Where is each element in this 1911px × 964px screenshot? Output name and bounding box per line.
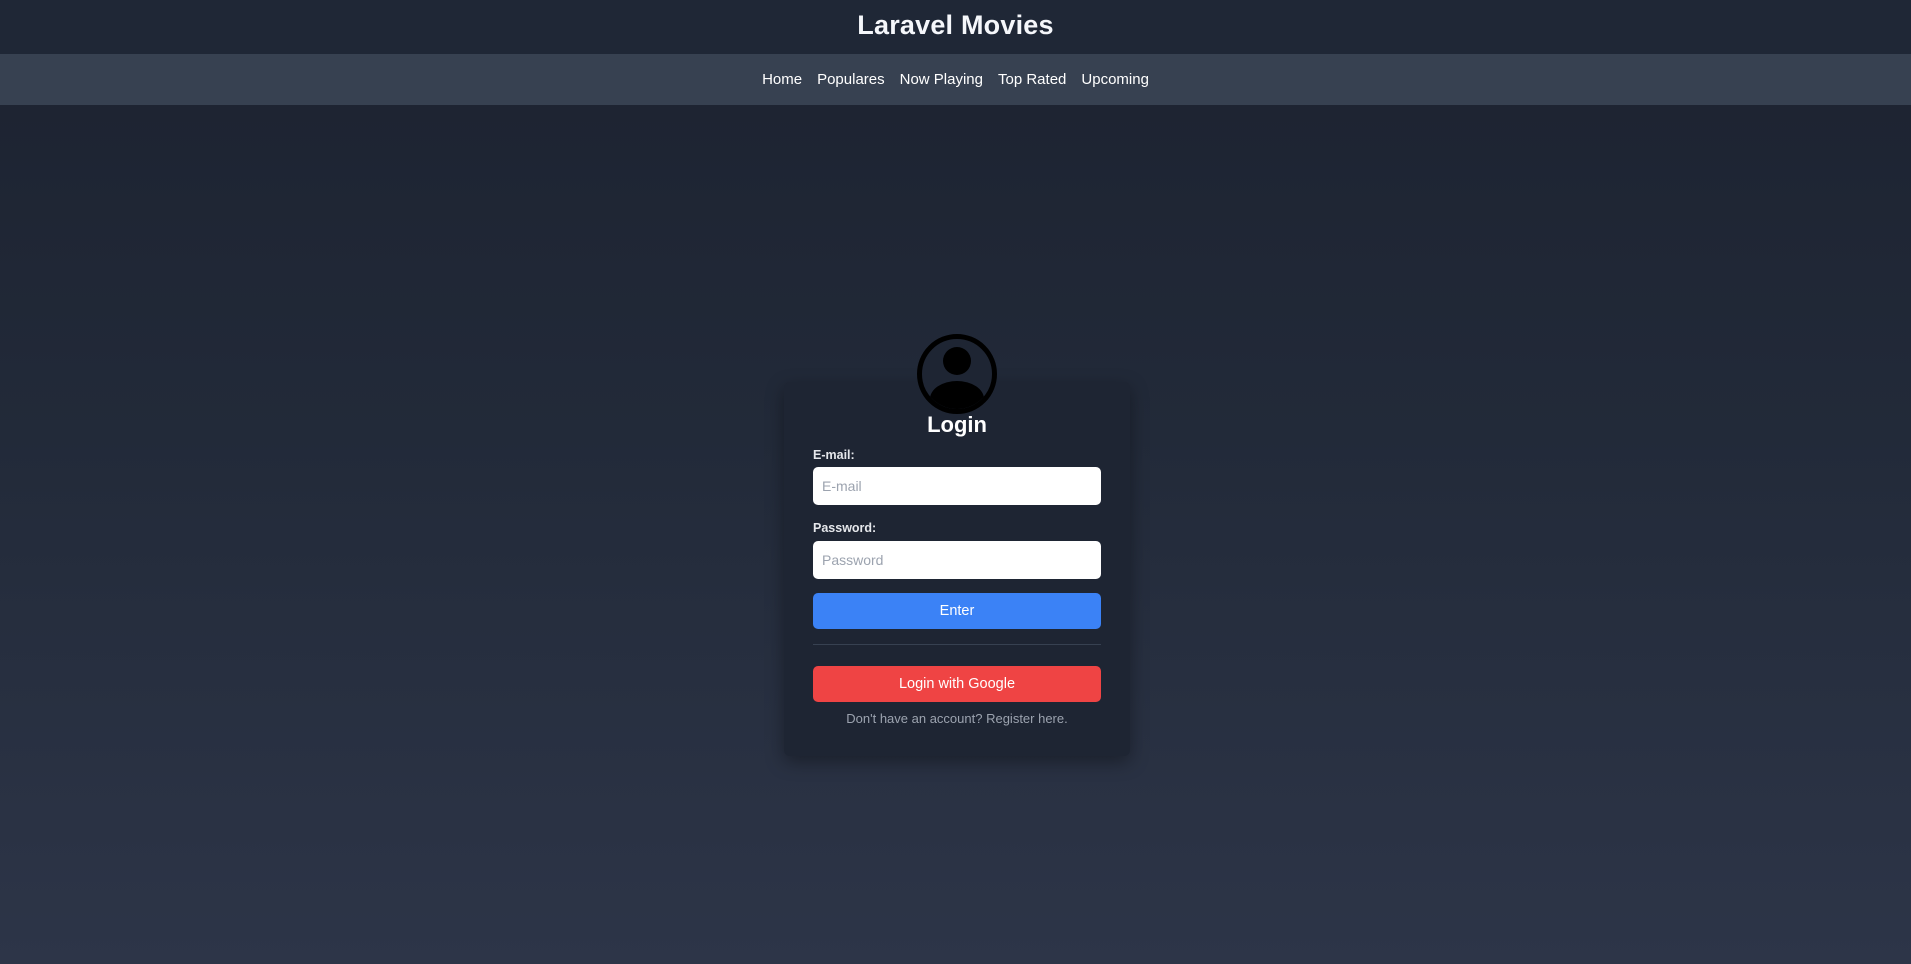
user-silhouette-icon bbox=[930, 347, 984, 409]
nav-upcoming-link[interactable]: Upcoming bbox=[1081, 71, 1149, 88]
email-label: E-mail: bbox=[813, 448, 855, 462]
register-prompt: Don't have an account? Register here. bbox=[784, 711, 1130, 726]
enter-button[interactable]: Enter bbox=[813, 593, 1101, 629]
login-with-google-button[interactable]: Login with Google bbox=[813, 666, 1101, 702]
register-prefix-text: Don't have an account? bbox=[846, 711, 987, 726]
nav-populares-link[interactable]: Populares bbox=[817, 71, 885, 88]
form-divider bbox=[813, 644, 1101, 645]
password-label: Password: bbox=[813, 521, 877, 535]
email-field[interactable] bbox=[813, 467, 1101, 505]
register-link[interactable]: Register here. bbox=[986, 711, 1068, 726]
nav-now-playing-link[interactable]: Now Playing bbox=[900, 71, 983, 88]
user-circle-icon bbox=[917, 334, 997, 414]
app-header: Laravel Movies bbox=[0, 0, 1911, 54]
password-field[interactable] bbox=[813, 541, 1101, 579]
app-title: Laravel Movies bbox=[857, 9, 1054, 40]
nav-home-link[interactable]: Home bbox=[762, 71, 802, 88]
main-nav: Home Populares Now Playing Top Rated Upc… bbox=[0, 54, 1911, 105]
login-title: Login bbox=[927, 412, 987, 437]
nav-top-rated-link[interactable]: Top Rated bbox=[998, 71, 1066, 88]
